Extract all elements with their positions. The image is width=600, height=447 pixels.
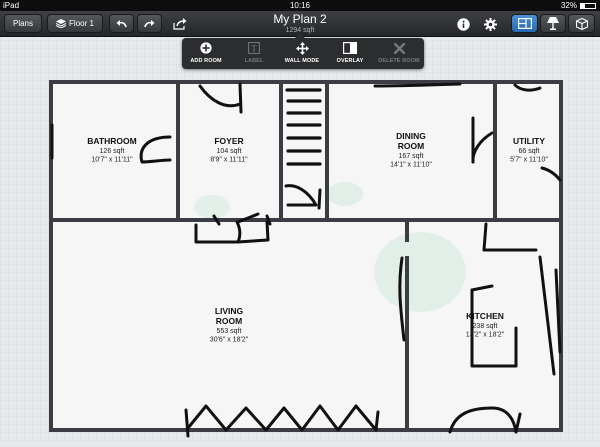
floor-button-label: Floor 1 xyxy=(69,19,94,28)
layers-icon xyxy=(56,19,67,28)
clock: 10:16 xyxy=(289,1,311,10)
redo-icon xyxy=(144,19,155,27)
room-name: FOYER xyxy=(214,136,243,146)
settings-button[interactable] xyxy=(481,15,499,33)
wall-mode-button[interactable]: WALL MODE xyxy=(278,41,326,64)
share-button[interactable] xyxy=(171,15,189,33)
furniture-view-button[interactable] xyxy=(540,14,566,33)
add-room-button[interactable]: ADD ROOM xyxy=(182,41,230,64)
room-area: 167 sqft xyxy=(399,153,424,160)
floorplan-drawing[interactable]: BATHROOM 126 sqft 10'7" x 11'11" FOYER 104 s… xyxy=(0,37,600,442)
battery-indicator: 32% xyxy=(561,0,596,11)
delete-room-label: DELETE ROOM xyxy=(378,58,420,64)
redo-button[interactable] xyxy=(137,14,162,33)
room-dimensions: 10'7" x 11'11" xyxy=(91,157,133,164)
plans-button[interactable]: Plans xyxy=(4,14,42,33)
lamp-icon xyxy=(547,17,559,30)
room-area: 238 sqft xyxy=(473,323,498,330)
info-button[interactable] xyxy=(454,15,472,33)
overlay-icon xyxy=(343,42,357,54)
floorplan-canvas[interactable]: BATHROOM 126 sqft 10'7" x 11'11" FOYER 104 s… xyxy=(0,37,600,442)
3d-view-button[interactable] xyxy=(568,14,595,33)
info-icon xyxy=(456,17,470,31)
cube-icon xyxy=(575,17,588,30)
room-area: 104 sqft xyxy=(217,148,242,155)
room-name: KITCHEN xyxy=(466,311,504,321)
floorplan-view-button[interactable] xyxy=(511,14,538,33)
floorplan-view-icon xyxy=(517,18,532,29)
room-name-2: ROOM xyxy=(216,316,242,326)
room-area: 553 sqft xyxy=(217,328,242,335)
x-delete-icon xyxy=(393,42,405,54)
battery-icon xyxy=(580,2,596,9)
room-name: LIVING xyxy=(215,306,244,316)
room-dimensions: 14'1" x 11'10" xyxy=(390,162,432,169)
plan-title: My Plan 2 1294 sqft xyxy=(200,13,400,35)
gear-icon xyxy=(483,17,497,31)
share-icon xyxy=(173,18,187,30)
room-dimensions: 13'2" x 18'2" xyxy=(466,332,505,339)
room-dimensions: 30'6" x 18'2" xyxy=(210,337,249,344)
svg-text:T: T xyxy=(251,44,257,54)
plus-icon xyxy=(200,42,212,54)
room-dimensions: 8'9" x 11'11" xyxy=(210,157,248,164)
undo-icon xyxy=(116,19,127,27)
add-room-label: ADD ROOM xyxy=(190,58,222,64)
label-button-label: LABEL xyxy=(244,58,264,64)
room-name: UTILITY xyxy=(513,136,545,146)
floor-button[interactable]: Floor 1 xyxy=(47,14,103,33)
move-arrows-icon xyxy=(295,41,309,55)
room-area: 126 sqft xyxy=(100,148,125,155)
plans-button-label: Plans xyxy=(12,19,33,28)
wall-mode-label: WALL MODE xyxy=(284,58,320,64)
status-bar: iPad 10:16 32% xyxy=(0,0,600,11)
text-label-icon: T xyxy=(248,42,260,54)
add-menu-popover: ADD ROOM T LABEL WALL MODE OVERLAY DELET… xyxy=(182,33,424,69)
battery-percent: 32% xyxy=(560,1,577,10)
room-area: 66 sqft xyxy=(518,148,539,155)
undo-button[interactable] xyxy=(109,14,134,33)
plan-name: My Plan 2 xyxy=(273,12,327,26)
overlay-label: OVERLAY xyxy=(336,58,364,64)
room-name: DINING xyxy=(396,131,426,141)
overlay-button[interactable]: OVERLAY xyxy=(326,41,374,64)
room-name: BATHROOM xyxy=(87,136,136,146)
delete-room-button[interactable]: DELETE ROOM xyxy=(374,41,424,64)
room-dimensions: 5'7" x 11'10" xyxy=(510,157,548,164)
label-button[interactable]: T LABEL xyxy=(230,41,278,64)
floor-area xyxy=(49,80,563,432)
room-name-2: ROOM xyxy=(398,141,424,151)
